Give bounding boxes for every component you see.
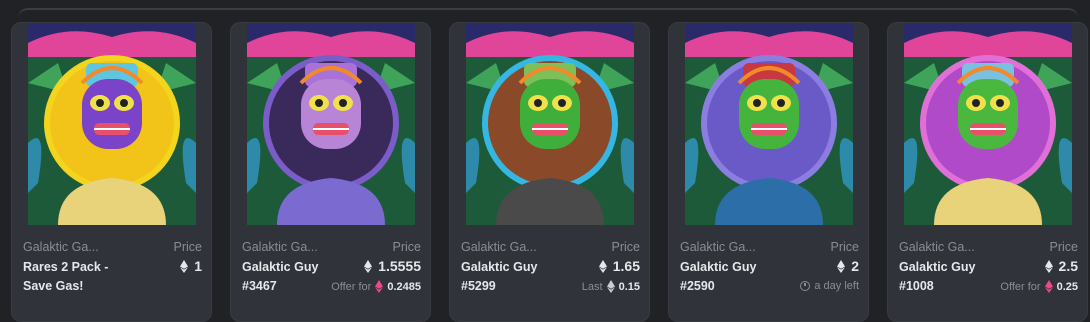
artwork-frame[interactable] (904, 23, 1072, 225)
nft-card[interactable]: Galaktic Ga... Price Galaktic Guy #3467 … (230, 22, 431, 322)
sub-label: Last (581, 280, 603, 293)
card-info: Galaktic Ga... Price Galaktic Guy #3467 … (231, 225, 430, 321)
sub-label: Offer for (1000, 280, 1041, 293)
item-name-line1: Rares 2 Pack - (23, 260, 109, 274)
artwork-frame[interactable] (247, 23, 415, 225)
card-info: Galaktic Ga... Price Galaktic Guy #5299 … (450, 225, 649, 321)
weth-icon (1044, 280, 1053, 293)
card-info: Galaktic Ga... Price Rares 2 Pack - Save… (12, 225, 211, 321)
eth-icon (606, 280, 615, 293)
eth-icon (598, 259, 607, 273)
collection-name[interactable]: Galaktic Ga... (23, 240, 133, 254)
nft-card[interactable]: Galaktic Ga... Price Rares 2 Pack - Save… (11, 22, 212, 322)
item-name-line2: #2590 (680, 279, 715, 293)
item-name-line2: #5299 (461, 279, 496, 293)
price-label: Price (830, 240, 859, 254)
item-name[interactable]: Rares 2 Pack - Save Gas! (23, 258, 133, 296)
item-name[interactable]: Galaktic Guy #5299 (461, 258, 571, 296)
nft-artwork (28, 23, 196, 225)
item-name-line1: Galaktic Guy (461, 260, 538, 274)
nft-card[interactable]: Galaktic Ga... Price Galaktic Guy #5299 … (449, 22, 650, 322)
item-name-line2: Save Gas! (23, 279, 84, 293)
nft-card[interactable]: Galaktic Ga... Price Galaktic Guy #1008 … (887, 22, 1088, 322)
nft-artwork (466, 23, 634, 225)
item-name-line1: Galaktic Guy (242, 260, 319, 274)
price-amount: 2 (851, 258, 859, 274)
price-value: 2 (837, 258, 859, 274)
sub-value: 0.25 (1056, 280, 1078, 293)
clock-icon (800, 281, 811, 291)
nft-artwork (685, 23, 853, 225)
collection-name[interactable]: Galaktic Ga... (899, 240, 1009, 254)
price-amount: 1.5555 (378, 258, 421, 274)
price-label: Price (1049, 240, 1078, 254)
nft-artwork (904, 23, 1072, 225)
item-name-line1: Galaktic Guy (899, 260, 976, 274)
item-name-line1: Galaktic Guy (680, 260, 757, 274)
last-sale: Last 0.15 (582, 280, 640, 293)
eth-icon (837, 259, 846, 273)
weth-icon (375, 280, 384, 293)
eth-icon (180, 259, 189, 273)
card-info: Galaktic Ga... Price Galaktic Guy #1008 … (888, 225, 1087, 321)
collection-name[interactable]: Galaktic Ga... (242, 240, 352, 254)
artwork-frame[interactable] (28, 23, 196, 225)
time-left: a day left (800, 280, 859, 292)
sub-label: Offer for (331, 280, 372, 293)
best-offer: Offer for 0.25 (1000, 280, 1078, 293)
price-label: Price (173, 240, 202, 254)
item-name[interactable]: Galaktic Guy #1008 (899, 258, 1009, 296)
eth-icon (364, 259, 373, 273)
time-left-text: a day left (814, 280, 859, 292)
sub-value: 0.2485 (387, 280, 421, 293)
nft-artwork (247, 23, 415, 225)
price-amount: 1.65 (612, 258, 640, 274)
price-amount: 2.5 (1058, 258, 1078, 274)
sub-value: 0.15 (618, 280, 640, 293)
item-name[interactable]: Galaktic Guy #2590 (680, 258, 790, 296)
collection-name[interactable]: Galaktic Ga... (461, 240, 571, 254)
price-amount: 1 (194, 258, 202, 274)
price-value: 2.5 (1044, 258, 1078, 274)
best-offer: Offer for 0.2485 (331, 280, 421, 293)
artwork-frame[interactable] (466, 23, 634, 225)
price-value: 1 (180, 258, 202, 274)
card-info: Galaktic Ga... Price Galaktic Guy #2590 … (669, 225, 868, 321)
nft-card[interactable]: Galaktic Ga... Price Galaktic Guy #2590 … (668, 22, 869, 322)
eth-icon (1044, 259, 1053, 273)
price-label: Price (392, 240, 421, 254)
price-label: Price (611, 240, 640, 254)
item-name-line2: #1008 (899, 279, 934, 293)
price-value: 1.5555 (364, 258, 421, 274)
collection-name[interactable]: Galaktic Ga... (680, 240, 790, 254)
divider (18, 8, 1078, 22)
artwork-frame[interactable] (685, 23, 853, 225)
price-value: 1.65 (598, 258, 640, 274)
